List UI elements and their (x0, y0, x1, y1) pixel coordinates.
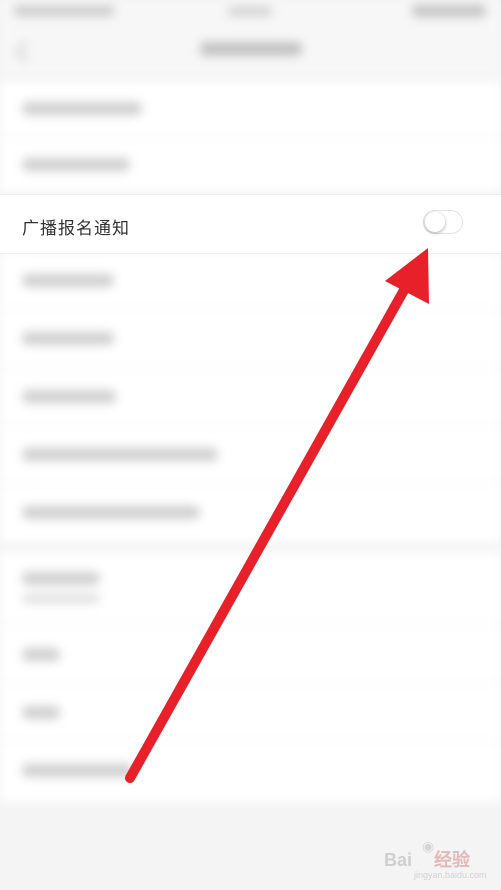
arrow-shaft (125, 278, 413, 783)
watermark-brand-b: 经验 (434, 850, 471, 870)
arrow-head (385, 248, 429, 304)
watermark-brand-a: Bai (384, 850, 413, 870)
red-arrow-annotation (125, 248, 429, 783)
baidu-jingyan-watermark: Bai 经验 ◉ jingyan.baidu.com (384, 836, 496, 884)
paw-icon: ◉ (422, 838, 435, 854)
settings-screen: 广播报名通知 Bai 经验 ◉ jingyan.baidu.com (0, 0, 501, 890)
watermark-url: jingyan.baidu.com (414, 870, 487, 880)
